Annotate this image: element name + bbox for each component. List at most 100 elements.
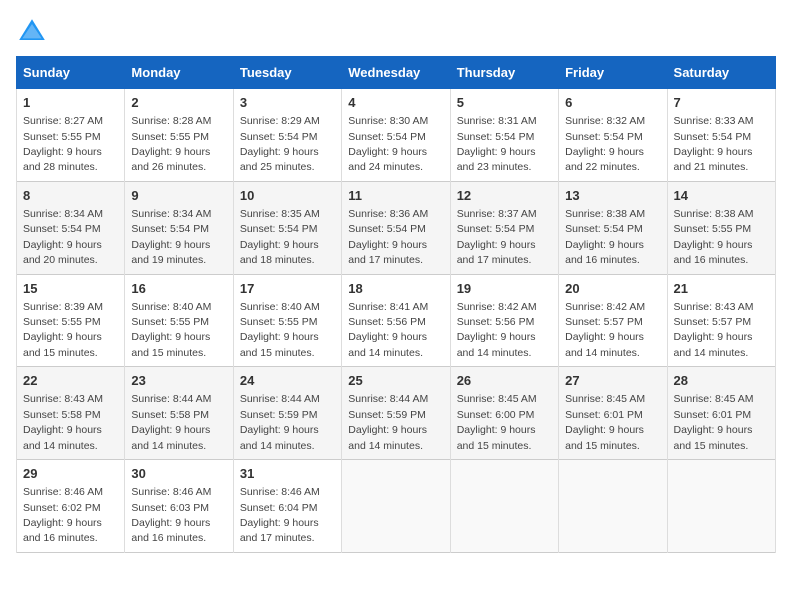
weekday-header-saturday: Saturday	[667, 57, 775, 89]
day-info: Sunrise: 8:35 AMSunset: 5:54 PMDaylight:…	[240, 208, 320, 266]
day-number: 4	[348, 94, 443, 112]
day-number: 20	[565, 280, 660, 298]
day-info: Sunrise: 8:43 AMSunset: 5:58 PMDaylight:…	[23, 393, 103, 451]
calendar-cell: 24 Sunrise: 8:44 AMSunset: 5:59 PMDayligh…	[233, 367, 341, 460]
day-info: Sunrise: 8:45 AMSunset: 6:01 PMDaylight:…	[565, 393, 645, 451]
weekday-header-monday: Monday	[125, 57, 233, 89]
calendar-cell: 3 Sunrise: 8:29 AMSunset: 5:54 PMDaylight…	[233, 89, 341, 182]
day-number: 2	[131, 94, 226, 112]
day-number: 11	[348, 187, 443, 205]
day-info: Sunrise: 8:31 AMSunset: 5:54 PMDaylight:…	[457, 115, 537, 173]
day-number: 16	[131, 280, 226, 298]
day-info: Sunrise: 8:42 AMSunset: 5:57 PMDaylight:…	[565, 301, 645, 359]
calendar-week-row: 22Sunrise: 8:43 AMSunset: 5:58 PMDayligh…	[17, 367, 776, 460]
calendar-cell: 22Sunrise: 8:43 AMSunset: 5:58 PMDayligh…	[17, 367, 125, 460]
calendar-cell	[342, 460, 450, 553]
day-number: 15	[23, 280, 118, 298]
day-number: 3	[240, 94, 335, 112]
day-number: 9	[131, 187, 226, 205]
weekday-header-wednesday: Wednesday	[342, 57, 450, 89]
day-number: 25	[348, 372, 443, 390]
day-number: 18	[348, 280, 443, 298]
day-number: 29	[23, 465, 118, 483]
day-number: 27	[565, 372, 660, 390]
day-number: 24	[240, 372, 335, 390]
day-info: Sunrise: 8:30 AMSunset: 5:54 PMDaylight:…	[348, 115, 428, 173]
calendar-cell: 10 Sunrise: 8:35 AMSunset: 5:54 PMDayligh…	[233, 181, 341, 274]
day-info: Sunrise: 8:43 AMSunset: 5:57 PMDaylight:…	[674, 301, 754, 359]
day-number: 31	[240, 465, 335, 483]
calendar-cell: 9 Sunrise: 8:34 AMSunset: 5:54 PMDaylight…	[125, 181, 233, 274]
day-number: 28	[674, 372, 769, 390]
day-info: Sunrise: 8:32 AMSunset: 5:54 PMDaylight:…	[565, 115, 645, 173]
calendar-cell: 4 Sunrise: 8:30 AMSunset: 5:54 PMDaylight…	[342, 89, 450, 182]
calendar-cell: 15 Sunrise: 8:39 AMSunset: 5:55 PMDayligh…	[17, 274, 125, 367]
calendar-cell: 13 Sunrise: 8:38 AMSunset: 5:54 PMDayligh…	[559, 181, 667, 274]
calendar-week-row: 1 Sunrise: 8:27 AMSunset: 5:55 PMDaylight…	[17, 89, 776, 182]
day-info: Sunrise: 8:45 AMSunset: 6:00 PMDaylight:…	[457, 393, 537, 451]
calendar-cell: 8Sunrise: 8:34 AMSunset: 5:54 PMDaylight…	[17, 181, 125, 274]
day-info: Sunrise: 8:33 AMSunset: 5:54 PMDaylight:…	[674, 115, 754, 173]
day-info: Sunrise: 8:40 AMSunset: 5:55 PMDaylight:…	[240, 301, 320, 359]
day-info: Sunrise: 8:28 AMSunset: 5:55 PMDaylight:…	[131, 115, 211, 173]
calendar-cell: 2 Sunrise: 8:28 AMSunset: 5:55 PMDaylight…	[125, 89, 233, 182]
calendar-table: SundayMondayTuesdayWednesdayThursdayFrid…	[16, 56, 776, 553]
day-number: 26	[457, 372, 552, 390]
day-info: Sunrise: 8:40 AMSunset: 5:55 PMDaylight:…	[131, 301, 211, 359]
day-number: 5	[457, 94, 552, 112]
calendar-cell: 28 Sunrise: 8:45 AMSunset: 6:01 PMDayligh…	[667, 367, 775, 460]
calendar-cell: 16 Sunrise: 8:40 AMSunset: 5:55 PMDayligh…	[125, 274, 233, 367]
day-number: 7	[674, 94, 769, 112]
calendar-cell: 21 Sunrise: 8:43 AMSunset: 5:57 PMDayligh…	[667, 274, 775, 367]
logo	[16, 16, 52, 48]
day-info: Sunrise: 8:45 AMSunset: 6:01 PMDaylight:…	[674, 393, 754, 451]
day-number: 6	[565, 94, 660, 112]
calendar-cell: 6 Sunrise: 8:32 AMSunset: 5:54 PMDaylight…	[559, 89, 667, 182]
day-info: Sunrise: 8:42 AMSunset: 5:56 PMDaylight:…	[457, 301, 537, 359]
calendar-cell: 18Sunrise: 8:41 AMSunset: 5:56 PMDayligh…	[342, 274, 450, 367]
page-header	[16, 16, 776, 48]
day-info: Sunrise: 8:46 AMSunset: 6:02 PMDaylight:…	[23, 486, 103, 544]
calendar-cell: 12 Sunrise: 8:37 AMSunset: 5:54 PMDayligh…	[450, 181, 558, 274]
weekday-header-tuesday: Tuesday	[233, 57, 341, 89]
day-number: 13	[565, 187, 660, 205]
calendar-week-row: 8Sunrise: 8:34 AMSunset: 5:54 PMDaylight…	[17, 181, 776, 274]
day-number: 1	[23, 94, 118, 112]
weekday-header-row: SundayMondayTuesdayWednesdayThursdayFrid…	[17, 57, 776, 89]
calendar-cell	[667, 460, 775, 553]
day-info: Sunrise: 8:38 AMSunset: 5:55 PMDaylight:…	[674, 208, 754, 266]
calendar-cell: 25 Sunrise: 8:44 AMSunset: 5:59 PMDayligh…	[342, 367, 450, 460]
day-number: 12	[457, 187, 552, 205]
logo-icon	[16, 16, 48, 48]
calendar-cell: 14 Sunrise: 8:38 AMSunset: 5:55 PMDayligh…	[667, 181, 775, 274]
day-number: 30	[131, 465, 226, 483]
day-number: 19	[457, 280, 552, 298]
calendar-cell: 7 Sunrise: 8:33 AMSunset: 5:54 PMDaylight…	[667, 89, 775, 182]
day-info: Sunrise: 8:29 AMSunset: 5:54 PMDaylight:…	[240, 115, 320, 173]
day-info: Sunrise: 8:37 AMSunset: 5:54 PMDaylight:…	[457, 208, 537, 266]
calendar-cell: 30 Sunrise: 8:46 AMSunset: 6:03 PMDayligh…	[125, 460, 233, 553]
day-number: 10	[240, 187, 335, 205]
day-info: Sunrise: 8:27 AMSunset: 5:55 PMDaylight:…	[23, 115, 103, 173]
weekday-header-friday: Friday	[559, 57, 667, 89]
day-number: 23	[131, 372, 226, 390]
day-info: Sunrise: 8:44 AMSunset: 5:59 PMDaylight:…	[348, 393, 428, 451]
calendar-cell: 26 Sunrise: 8:45 AMSunset: 6:00 PMDayligh…	[450, 367, 558, 460]
day-info: Sunrise: 8:38 AMSunset: 5:54 PMDaylight:…	[565, 208, 645, 266]
calendar-cell: 23 Sunrise: 8:44 AMSunset: 5:58 PMDayligh…	[125, 367, 233, 460]
calendar-cell: 5 Sunrise: 8:31 AMSunset: 5:54 PMDaylight…	[450, 89, 558, 182]
calendar-cell: 31Sunrise: 8:46 AMSunset: 6:04 PMDayligh…	[233, 460, 341, 553]
calendar-cell: 11Sunrise: 8:36 AMSunset: 5:54 PMDayligh…	[342, 181, 450, 274]
calendar-cell: 17Sunrise: 8:40 AMSunset: 5:55 PMDayligh…	[233, 274, 341, 367]
calendar-cell	[450, 460, 558, 553]
day-info: Sunrise: 8:39 AMSunset: 5:55 PMDaylight:…	[23, 301, 103, 359]
calendar-cell: 1 Sunrise: 8:27 AMSunset: 5:55 PMDaylight…	[17, 89, 125, 182]
weekday-header-thursday: Thursday	[450, 57, 558, 89]
day-number: 21	[674, 280, 769, 298]
weekday-header-sunday: Sunday	[17, 57, 125, 89]
day-info: Sunrise: 8:34 AMSunset: 5:54 PMDaylight:…	[131, 208, 211, 266]
day-number: 14	[674, 187, 769, 205]
day-info: Sunrise: 8:44 AMSunset: 5:58 PMDaylight:…	[131, 393, 211, 451]
day-info: Sunrise: 8:44 AMSunset: 5:59 PMDaylight:…	[240, 393, 320, 451]
day-info: Sunrise: 8:46 AMSunset: 6:03 PMDaylight:…	[131, 486, 211, 544]
